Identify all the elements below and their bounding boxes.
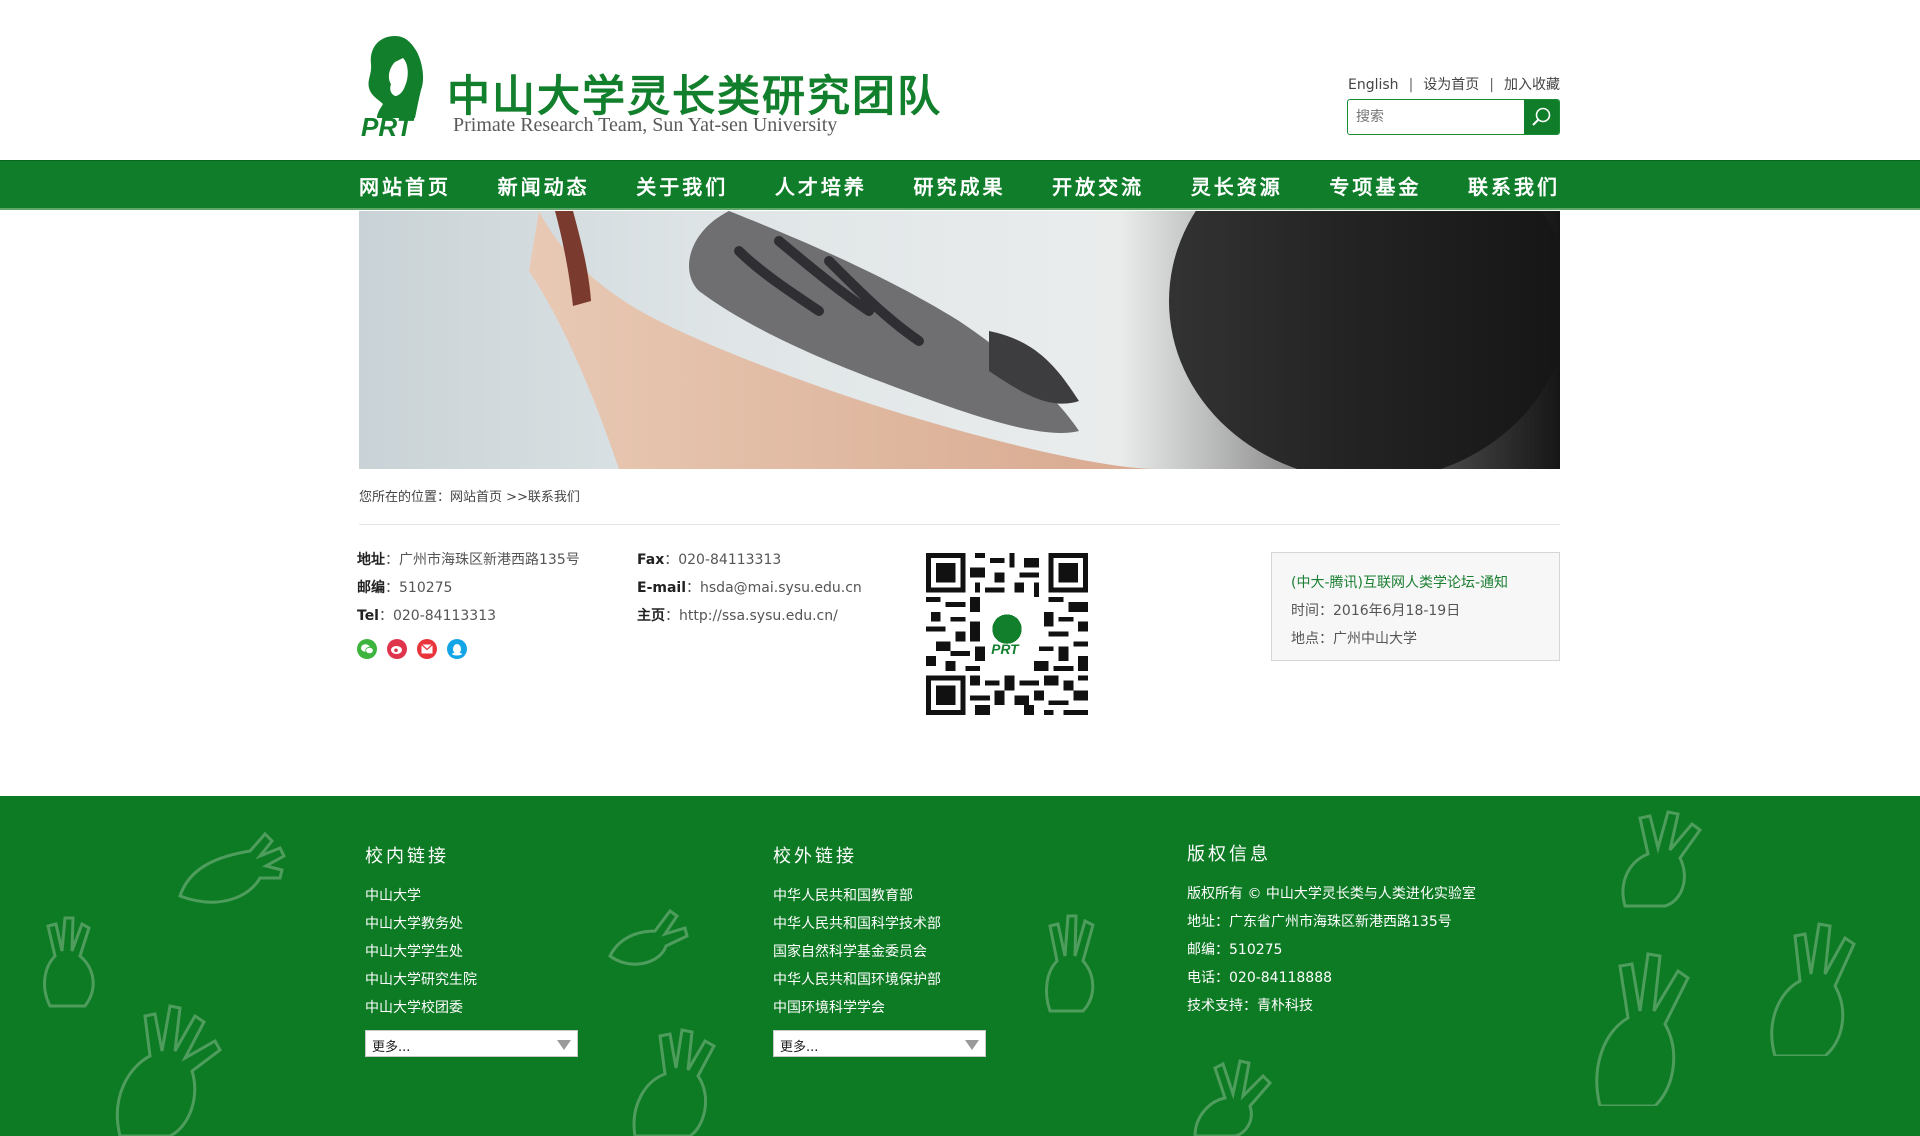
- hand-print-decoration: [115, 1004, 222, 1136]
- weibo-icon[interactable]: [387, 639, 407, 659]
- nav-item-resources[interactable]: 灵长资源: [1191, 171, 1283, 200]
- search-button[interactable]: [1524, 100, 1559, 134]
- hand-print-decoration: [178, 831, 286, 904]
- footer-copyright: 版权信息 版权所有 © 中山大学灵长类与人类进化实验室 地址：广东省广州市海珠区…: [1187, 840, 1476, 1020]
- footer-postcode: 邮编：510275: [1187, 942, 1283, 958]
- svg-text:PRT: PRT: [361, 112, 415, 139]
- footer-link[interactable]: 中山大学: [365, 882, 578, 910]
- hand-print-decoration: [43, 916, 95, 1008]
- notice-title[interactable]: (中大-腾讯)互联网人类学论坛-通知: [1291, 569, 1559, 597]
- hand-print-decoration: [1621, 810, 1703, 908]
- copyright-line: 版权所有 © 中山大学灵长类与人类进化实验室: [1187, 886, 1476, 902]
- footer-heading: 版权信息: [1187, 844, 1271, 865]
- site-header: PRT 中山大学灵长类研究团队 Primate Research Team, S…: [0, 0, 1920, 160]
- footer-link[interactable]: 国家自然科学基金委员会: [773, 938, 986, 966]
- site-footer: 校内链接 中山大学 中山大学教务处 中山大学学生处 中山大学研究生院 中山大学校…: [0, 796, 1920, 1136]
- footer-internal-links: 校内链接 中山大学 中山大学教务处 中山大学学生处 中山大学研究生院 中山大学校…: [365, 842, 578, 1057]
- nav-item-fund[interactable]: 专项基金: [1329, 171, 1421, 200]
- footer-link[interactable]: 中山大学教务处: [365, 910, 578, 938]
- tel-row: Tel：020-84113313: [357, 608, 497, 624]
- qr-badge: PRT: [991, 642, 1020, 657]
- hand-print-decoration: [1045, 914, 1095, 1013]
- separator: |: [1408, 77, 1414, 93]
- qq-icon[interactable]: [447, 639, 467, 659]
- nav-item-exchange[interactable]: 开放交流: [1052, 171, 1144, 200]
- qr-code-image: PRT: [926, 553, 1088, 715]
- footer-phone: 电话：020-84118888: [1187, 970, 1333, 986]
- nav-item-news[interactable]: 新闻动态: [498, 171, 590, 200]
- footer-link[interactable]: 中山大学校团委: [365, 994, 578, 1022]
- add-favorite-link[interactable]: 加入收藏: [1504, 77, 1560, 93]
- footer-link[interactable]: 中山大学研究生院: [365, 966, 578, 994]
- site-logo[interactable]: PRT 中山大学灵长类研究团队 Primate Research Team, S…: [359, 34, 940, 144]
- footer-link[interactable]: 中华人民共和国科学技术部: [773, 910, 986, 938]
- search-input[interactable]: [1348, 100, 1524, 134]
- mail-icon[interactable]: [417, 639, 437, 659]
- search-icon: [1531, 107, 1550, 126]
- primate-logo-icon: PRT: [361, 36, 424, 139]
- search-box: [1347, 99, 1560, 135]
- contact-column-left: 地址：广州市海珠区新港西路135号 邮编：510275 Tel：020-8411…: [357, 546, 580, 630]
- chevron-down-icon: [557, 1040, 571, 1050]
- footer-external-links: 校外链接 中华人民共和国教育部 中华人民共和国科学技术部 国家自然科学基金委员会…: [773, 842, 986, 1057]
- footer-link[interactable]: 中山大学学生处: [365, 938, 578, 966]
- footer-heading: 校外链接: [773, 846, 857, 867]
- email-row: E-mail：hsda@mai.sysu.edu.cn: [637, 580, 862, 596]
- english-link[interactable]: English: [1348, 77, 1399, 93]
- set-homepage-link[interactable]: 设为首页: [1423, 77, 1479, 93]
- footer-link[interactable]: 中华人民共和国环境保护部: [773, 966, 986, 994]
- nav-item-home[interactable]: 网站首页: [359, 171, 451, 200]
- nav-item-contact[interactable]: 联系我们: [1468, 171, 1560, 200]
- homepage-row: 主页：http://ssa.sysu.edu.cn/: [637, 608, 838, 624]
- nav-item-research[interactable]: 研究成果: [914, 171, 1006, 200]
- main-nav: 网站首页 新闻动态 关于我们 人才培养 研究成果 开放交流 灵长资源 专项基金 …: [0, 160, 1920, 210]
- hand-print-decoration: [1193, 1059, 1273, 1136]
- divider: [359, 524, 1560, 525]
- notice-card: (中大-腾讯)互联网人类学论坛-通知 时间：2016年6月18-19日 地点：广…: [1271, 552, 1560, 661]
- footer-address: 地址：广东省广州市海珠区新港西路135号: [1187, 914, 1452, 930]
- hand-print-decoration: [608, 908, 689, 966]
- hero-banner: [359, 211, 1560, 469]
- nav-item-training[interactable]: 人才培养: [775, 171, 867, 200]
- footer-heading: 校内链接: [365, 846, 449, 867]
- chevron-down-icon: [965, 1040, 979, 1050]
- nav-item-about[interactable]: 关于我们: [636, 171, 728, 200]
- notice-time: 时间：2016年6月18-19日: [1291, 603, 1461, 619]
- internal-links-select[interactable]: 更多...: [365, 1030, 578, 1057]
- hand-print-decoration: [632, 1028, 717, 1136]
- external-links-select[interactable]: 更多...: [773, 1030, 986, 1057]
- notice-place: 地点：广州中山大学: [1291, 631, 1417, 647]
- breadcrumb: 您所在的位置：网站首页 >>联系我们: [359, 490, 580, 505]
- hand-print-decoration: [1770, 922, 1856, 1056]
- footer-link[interactable]: 中华人民共和国教育部: [773, 882, 986, 910]
- site-subtitle: Primate Research Team, Sun Yat-sen Unive…: [453, 114, 838, 136]
- contact-column-right: Fax：020-84113313 E-mail：hsda@mai.sysu.ed…: [637, 546, 862, 630]
- separator: |: [1489, 77, 1494, 93]
- address-row: 地址：广州市海珠区新港西路135号: [357, 552, 580, 568]
- fax-row: Fax：020-84113313: [637, 552, 782, 568]
- wechat-icon[interactable]: [357, 639, 377, 659]
- banner-hands-image: [529, 211, 1560, 469]
- footer-link[interactable]: 中国环境科学学会: [773, 994, 986, 1022]
- top-links: English | 设为首页 | 加入收藏: [1348, 74, 1560, 94]
- footer-tech-support: 技术支持：青朴科技: [1187, 998, 1313, 1014]
- postcode-row: 邮编：510275: [357, 580, 453, 596]
- social-links: [357, 639, 467, 659]
- hand-print-decoration: [1595, 952, 1690, 1106]
